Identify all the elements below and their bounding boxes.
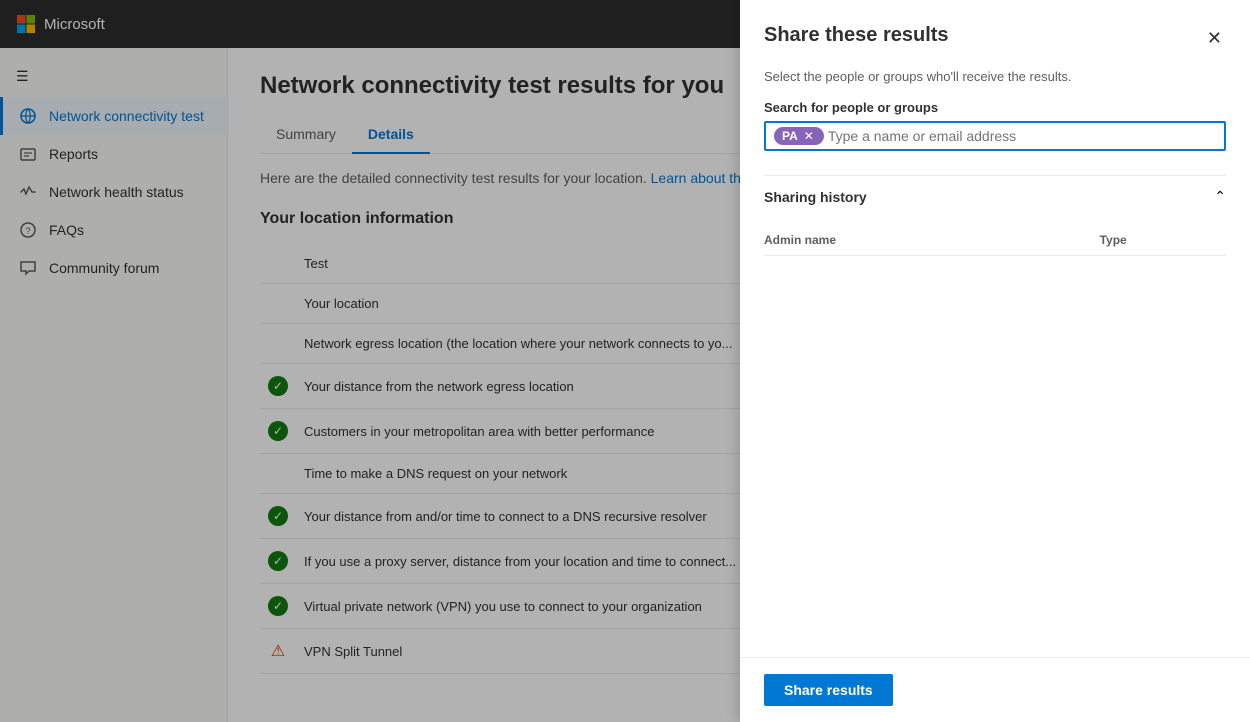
col-header-admin-name: Admin name — [764, 225, 1100, 256]
search-box: PA ✕ — [764, 121, 1226, 151]
modal-header: Share these results ✕ — [740, 0, 1250, 69]
share-results-button[interactable]: Share results — [764, 674, 893, 706]
sharing-history-toggle[interactable]: Sharing history ⌃ — [764, 175, 1226, 217]
modal-subtitle: Select the people or groups who'll recei… — [764, 69, 1226, 84]
people-search-input[interactable] — [828, 128, 1216, 144]
search-label: Search for people or groups — [764, 100, 1226, 115]
modal-title: Share these results — [764, 24, 949, 47]
sharing-history-title: Sharing history — [764, 189, 867, 205]
tag-remove-button[interactable]: ✕ — [802, 130, 816, 142]
chevron-up-icon: ⌃ — [1214, 188, 1226, 205]
modal-footer: Share results — [740, 657, 1250, 722]
tag-initials: PA — [782, 129, 798, 143]
share-modal-panel: Share these results ✕ Select the people … — [740, 0, 1250, 722]
modal-body: Select the people or groups who'll recei… — [740, 69, 1250, 657]
modal-close-button[interactable]: ✕ — [1203, 24, 1226, 53]
sharing-history-table: Admin name Type — [764, 225, 1226, 256]
tag-chip: PA ✕ — [774, 127, 824, 145]
col-header-type: Type — [1100, 225, 1226, 256]
